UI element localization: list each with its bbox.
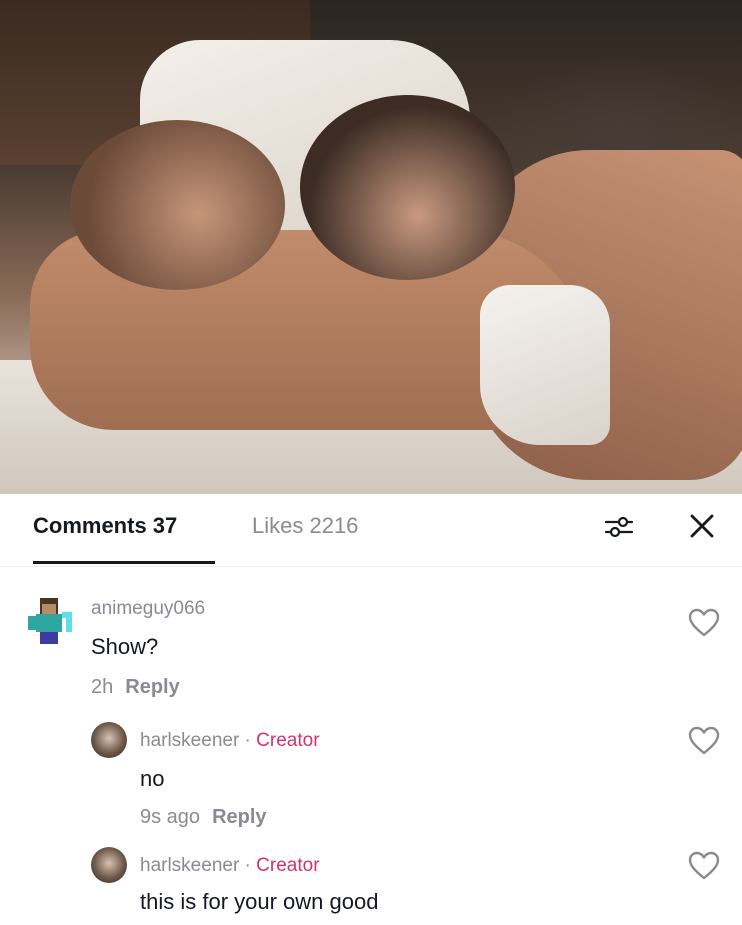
reply-username-line: harlskeener · Creator [140,855,320,877]
reply-button[interactable]: Reply [125,676,179,698]
reply-text: no [140,766,165,791]
reply-item: harlskeener · Creator this is for your o… [0,839,742,925]
reply-time: 9s ago [140,806,201,828]
comment-item: animeguy066 Show? 2h Reply [0,494,742,714]
comment-text: Show? [91,634,159,659]
post-image [0,0,742,494]
avatar[interactable] [91,722,127,758]
creator-badge: Creator [256,855,320,876]
image-cloth [480,285,610,445]
heart-outline-icon[interactable] [688,726,720,756]
reply-item: harlskeener · Creator no 9s ago Reply [0,714,742,839]
comments-panel: Comments 37 Likes 2216 animeguy066 Show?… [0,494,742,925]
comment-time: 2h [91,676,114,698]
heart-outline-icon[interactable] [688,851,720,881]
avatar[interactable] [91,847,127,883]
heart-outline-icon[interactable] [688,608,720,638]
image-head-left [70,120,285,290]
pixel-character-icon [28,598,72,644]
comment-username[interactable]: animeguy066 [91,598,205,620]
reply-username[interactable]: harlskeener [140,730,239,751]
comment-meta: 2h Reply [91,676,180,699]
avatar[interactable] [22,594,78,650]
reply-username[interactable]: harlskeener [140,855,239,876]
reply-meta: 9s ago Reply [140,806,267,829]
reply-username-line: harlskeener · Creator [140,730,320,752]
creator-badge: Creator [256,730,320,751]
reply-text: this is for your own good [140,889,379,914]
image-head-right [300,95,515,280]
reply-button[interactable]: Reply [212,806,266,828]
separator-dot: · [239,730,257,751]
separator-dot: · [239,855,257,876]
